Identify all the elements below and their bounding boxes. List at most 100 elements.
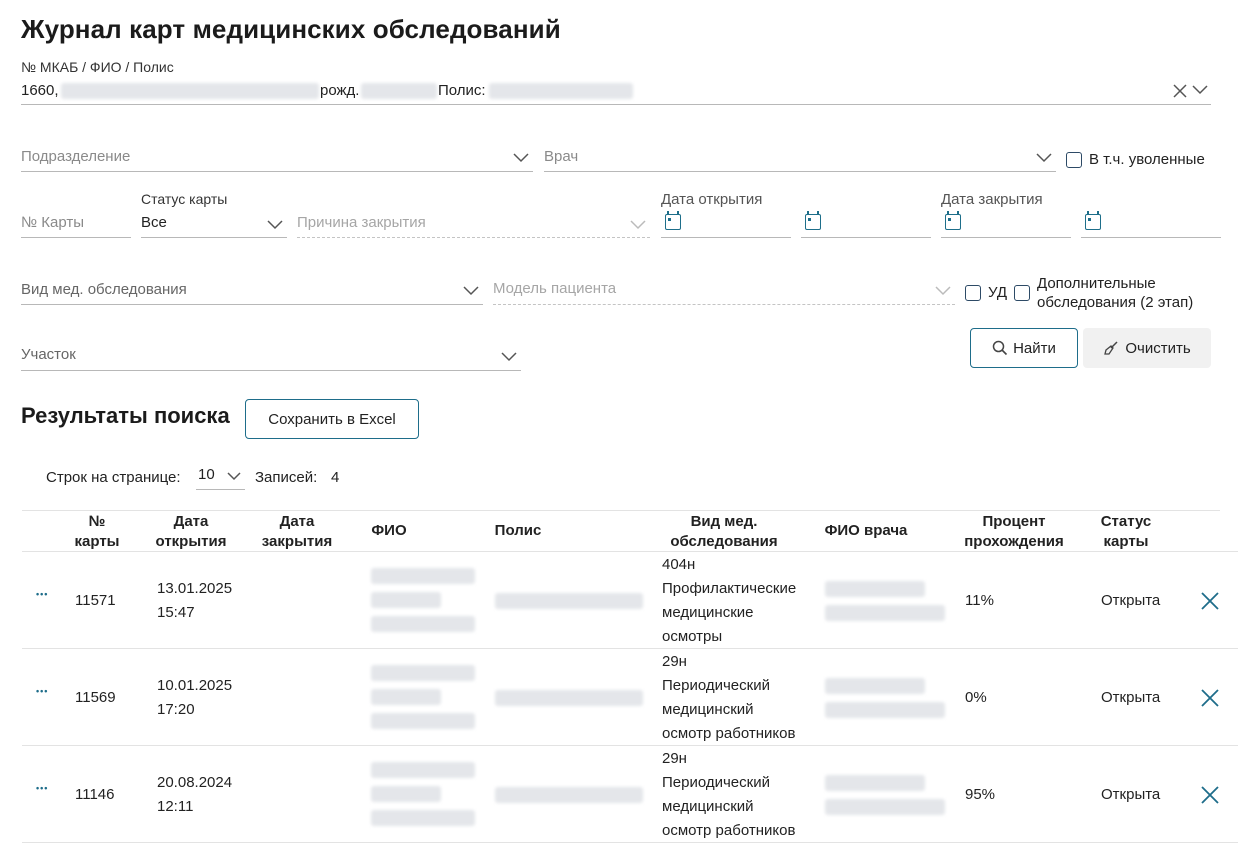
rows-per-page-label: Строк на странице: (46, 469, 181, 486)
card-number-input[interactable]: № Карты (21, 210, 131, 238)
card-number-cell: 11569 (75, 688, 116, 706)
patient-policy-blurred (489, 83, 633, 99)
patient-name-blurred (371, 712, 475, 729)
close-date-to-input[interactable] (1081, 210, 1221, 238)
card-number-placeholder: № Карты (21, 214, 85, 231)
chevron-down-icon (267, 220, 283, 230)
patient-model-select[interactable]: Модель пациента (493, 277, 955, 305)
patient-birth-label: рожд. (320, 82, 360, 99)
additional-exams-label: Дополнительные обследования (2 этап) (1037, 274, 1193, 312)
card-number-cell: 11146 (75, 785, 115, 803)
column-header: Полис (448, 521, 588, 541)
patient-search-field[interactable]: 1660, рожд. Полис: (21, 80, 1211, 105)
exam-type-line: осмотр работников (662, 725, 796, 742)
delete-row-icon[interactable] (1201, 785, 1219, 804)
rows-per-page-select[interactable]: 10 (196, 464, 245, 490)
chevron-down-icon (1036, 153, 1052, 163)
rows-per-page-value: 10 (198, 466, 215, 483)
results-title: Результаты поиска (21, 403, 230, 428)
card-status-select[interactable]: Все (141, 210, 287, 238)
close-date-from-input[interactable] (941, 210, 1071, 238)
additional-exams-checkbox[interactable] (1014, 285, 1030, 301)
clear-button[interactable]: Очистить (1083, 328, 1211, 368)
exam-type-line: Профилактические (662, 580, 797, 597)
chevron-down-icon (501, 352, 517, 362)
records-count: 4 (331, 469, 340, 486)
doctor-name-blurred (825, 798, 945, 815)
page-title: Журнал карт медицинских обследований (21, 14, 561, 44)
find-button-label: Найти (1013, 339, 1056, 357)
clear-button-label: Очистить (1125, 339, 1191, 357)
subdivision-placeholder: Подразделение (21, 148, 131, 165)
open-date-to-input[interactable] (801, 210, 931, 238)
exam-type-line: 29н (662, 653, 687, 670)
exam-type-select[interactable]: Вид мед. обследования (21, 277, 483, 305)
records-label: Записей: (255, 469, 318, 486)
clear-icon[interactable] (1173, 84, 1187, 98)
calendar-icon[interactable] (665, 211, 681, 230)
card-status-value: Все (141, 214, 167, 231)
exam-type-cell: 29н Периодический медицинский осмотр работн… (662, 747, 795, 843)
table-top-border (22, 510, 1220, 511)
open-date-line: 10.01.2025 (157, 676, 233, 694)
column-header-line: ФИО врача (824, 522, 908, 539)
calendar-icon[interactable] (945, 211, 961, 230)
doctor-select[interactable]: Врач (544, 145, 1056, 172)
open-date-from-input[interactable] (661, 210, 791, 238)
delete-row-icon[interactable] (1201, 591, 1219, 610)
card-number-cell: 11571 (75, 591, 116, 609)
exam-type-line: 29н (662, 750, 687, 767)
doctor-name-blurred (825, 774, 925, 791)
open-date-line: 17:20 (157, 700, 195, 718)
close-date-label: Дата закрытия (941, 191, 1043, 208)
doctor-name-blurred (825, 677, 925, 694)
doctor-name-blurred (825, 604, 945, 621)
exam-type-line: Периодический (662, 677, 770, 694)
patient-field-label: № МКАБ / ФИО / Полис (21, 59, 174, 75)
column-header: ФИО (319, 521, 459, 541)
subdivision-select[interactable]: Подразделение (21, 145, 533, 172)
row-menu-icon[interactable]: ••• (36, 783, 48, 793)
percent-cell: 11% (965, 591, 994, 609)
open-date-line: 20.08.2024 (157, 773, 233, 791)
policy-blurred (495, 592, 643, 609)
row-divider (22, 648, 1238, 649)
column-header: ФИО врача (796, 521, 936, 541)
dismissed-checkbox[interactable] (1066, 152, 1082, 168)
additional-exams-label-line2: обследования (2 этап) (1037, 294, 1194, 311)
doctor-name-blurred (825, 580, 925, 597)
close-reason-select[interactable]: Причина закрытия (297, 210, 650, 238)
patient-policy-label: Полис: (438, 82, 486, 99)
dismissed-label: В т.ч. уволенные (1089, 151, 1205, 168)
area-placeholder: Участок (21, 346, 76, 363)
close-reason-placeholder: Причина закрытия (297, 214, 426, 231)
area-select[interactable]: Участок (21, 343, 521, 371)
delete-row-icon[interactable] (1201, 688, 1219, 707)
patient-name-blurred (371, 809, 475, 826)
calendar-icon[interactable] (805, 211, 821, 230)
column-header: Статус карты (1056, 512, 1196, 552)
exam-type-cell: 29н Периодический медицинский осмотр работн… (662, 650, 795, 746)
save-excel-button[interactable]: Сохранить в Excel (245, 399, 419, 439)
exam-type-cell: 404н Профилактические медицинские осмотры (662, 553, 796, 649)
patient-name-blurred (371, 785, 441, 802)
column-header-line: обследования (670, 533, 778, 550)
open-date-line: 15:47 (157, 603, 195, 621)
exam-type-line: осмотры (662, 628, 723, 645)
broom-icon (1104, 341, 1118, 355)
row-menu-icon[interactable]: ••• (36, 589, 48, 599)
open-date-line: 12:11 (157, 797, 194, 815)
chevron-down-icon[interactable] (1192, 85, 1208, 95)
row-menu-icon[interactable]: ••• (36, 686, 48, 696)
patient-name-blurred (371, 688, 441, 705)
chevron-down-icon (227, 472, 241, 481)
policy-blurred (495, 786, 643, 803)
column-header-line: ФИО (371, 522, 407, 539)
exam-type-line: 404н (662, 556, 696, 573)
search-icon (992, 340, 1008, 356)
ud-label: УД (988, 284, 1008, 301)
ud-checkbox[interactable] (965, 285, 981, 301)
find-button[interactable]: Найти (970, 328, 1078, 368)
calendar-icon[interactable] (1085, 211, 1101, 230)
open-date-cell: 10.01.2025 17:20 (157, 674, 232, 722)
